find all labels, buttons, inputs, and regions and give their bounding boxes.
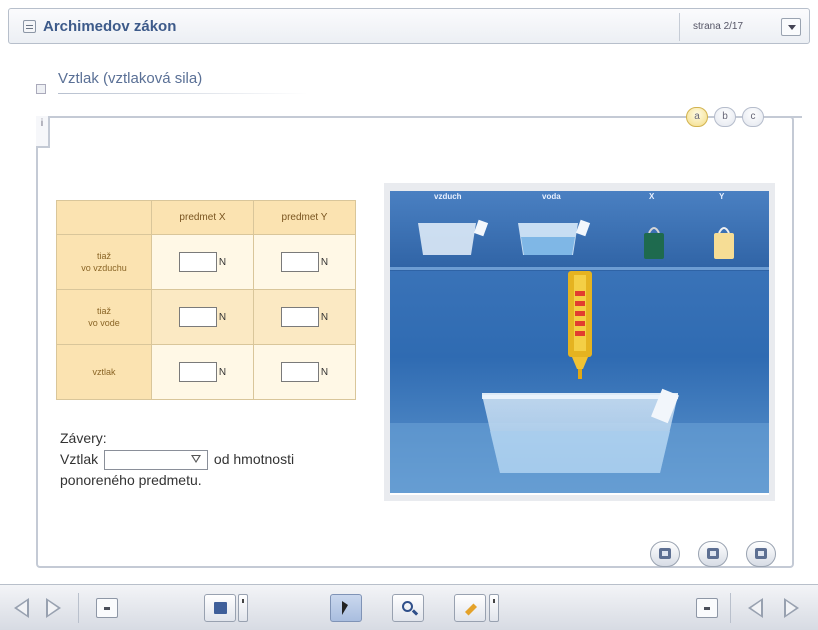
table-row: vztlak N N	[56, 344, 356, 400]
label-y: Y	[719, 192, 725, 201]
section-subtitle: Vztlak (vztlaková sila)	[58, 70, 203, 87]
section-bullet-icon	[36, 84, 46, 94]
pencil-icon[interactable]	[454, 594, 486, 622]
save-icon[interactable]	[204, 594, 236, 622]
row-label: tiaž vo vode	[56, 289, 152, 345]
reset-icon[interactable]	[698, 541, 728, 567]
new-window-icon[interactable]	[650, 541, 680, 567]
menu-dropdown-button[interactable]	[96, 598, 118, 618]
buoyancy-x-input[interactable]	[178, 362, 217, 382]
water-bowl	[482, 388, 679, 473]
table-row: tiaž vo vzduchu N N	[56, 234, 356, 290]
column-header-x: predmet X	[151, 200, 254, 235]
weight-water-y-input[interactable]	[280, 307, 319, 327]
magnifier-icon[interactable]	[392, 594, 424, 622]
step-b-button[interactable]: b	[714, 107, 736, 127]
step-selector: a b c	[678, 104, 802, 130]
arrow-right-icon[interactable]	[46, 598, 61, 618]
step-c-button[interactable]: c	[742, 107, 764, 127]
page-dropdown-button[interactable]	[781, 18, 801, 36]
conclusions: Závery: Vztlak od hmotnosti ponoreného p…	[60, 428, 294, 491]
measurement-table: predmet X predmet Y tiaž vo vzduchu N N …	[56, 200, 356, 400]
conclusion-select[interactable]	[104, 450, 209, 471]
label-air: vzduch	[434, 192, 462, 201]
buoyancy-y-input[interactable]	[280, 362, 319, 382]
table-row: tiaž vo vode N N	[56, 289, 356, 345]
page-menu-button[interactable]	[696, 598, 718, 618]
simulation-scene	[390, 191, 769, 493]
row-label: tiaž vo vzduchu	[56, 234, 152, 290]
conclusions-heading: Závery:	[60, 430, 107, 446]
row-label: vztlak	[56, 344, 152, 400]
pointer-icon[interactable]	[330, 594, 362, 622]
page-indicator: strana 2/17	[693, 21, 744, 32]
column-header-y: predmet Y	[253, 200, 356, 235]
conclusion-text-line3: ponoreného predmetu.	[60, 472, 202, 489]
conclusion-text-start: Vztlak	[60, 451, 99, 467]
menu-icon[interactable]	[23, 20, 36, 33]
table-header-empty	[56, 200, 152, 235]
title-divider	[679, 13, 680, 41]
conclusion-text-end: od hmotnosti	[213, 451, 295, 467]
dropdown-triangle-icon	[191, 455, 202, 464]
label-water: voda	[542, 192, 561, 201]
weight-water-x-input[interactable]	[178, 307, 217, 327]
save-options-button[interactable]	[238, 594, 248, 622]
subtitle-underline	[58, 93, 308, 94]
weight-air-x-input[interactable]	[178, 252, 217, 272]
simulation-panel: vzduch voda X Y	[384, 183, 775, 501]
label-x: X	[649, 192, 655, 201]
arrow-left-icon[interactable]	[748, 598, 763, 618]
bottom-toolbar	[0, 584, 818, 630]
weight-air-y-input[interactable]	[280, 252, 319, 272]
step-a-button[interactable]: a	[686, 107, 708, 127]
arrow-left-icon[interactable]	[14, 598, 29, 618]
info-tab[interactable]: i	[36, 116, 50, 148]
check-icon[interactable]	[746, 541, 776, 567]
pencil-options-button[interactable]	[489, 594, 499, 622]
title-bar: Archimedov zákon strana 2/17	[8, 8, 810, 44]
frame-tools	[648, 541, 796, 571]
table-header-row: predmet X predmet Y	[56, 200, 356, 235]
arrow-right-icon[interactable]	[784, 598, 799, 618]
page-title: Archimedov zákon	[43, 18, 177, 35]
